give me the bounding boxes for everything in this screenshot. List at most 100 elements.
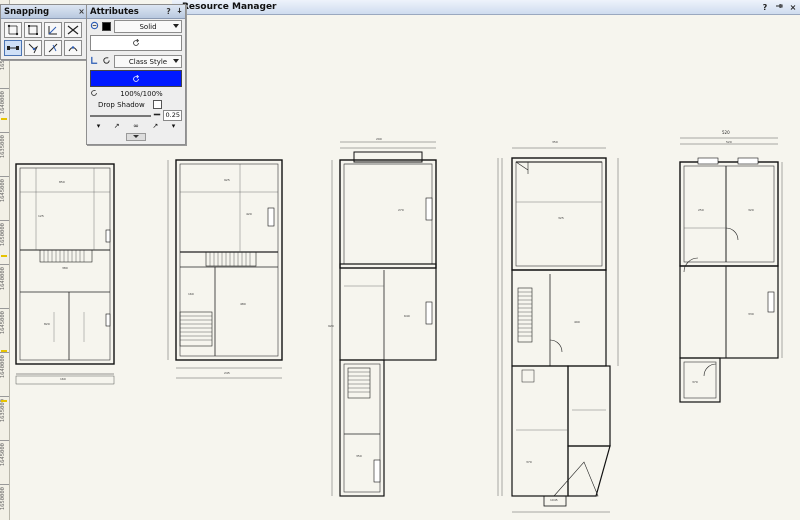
chevron-down-icon [173,59,179,63]
fill-style-value: Solid [139,22,157,31]
help-icon[interactable]: ? [758,3,772,12]
plan-4-label: 370 [526,460,532,464]
snap-to-grid-button[interactable] [4,22,22,38]
snap-to-intersection-icon [67,25,79,35]
ruler-marker [1,118,7,120]
plan-3-label: 920 [328,324,334,328]
help-icon[interactable]: ? [163,7,174,16]
plan-1-label: 125 [38,214,44,218]
resource-manager-title: Resource Manager [182,2,277,12]
ruler-tick [0,88,9,89]
close-icon[interactable]: × [786,3,800,12]
ruler-tick [0,176,9,177]
chevron-down-icon [173,24,179,28]
plan-1-label: 160 [60,377,66,381]
ruler-marker [1,255,7,257]
snapping-palette-header[interactable]: Snapping × [1,5,87,19]
plan-4-label: 1045 [550,498,558,502]
line-thickness-field[interactable]: 0.25 [163,110,182,121]
ruler-marker [1,350,7,352]
vertical-ruler[interactable]: 1650000 1640000 1635000 1645000 1650000 16400… [0,0,10,520]
ruler-label: 1650000 [0,487,6,511]
floor-plan-1[interactable]: 850 125 380 820 160 [14,162,118,392]
smart-points-icon [28,43,39,54]
snap-to-distance-button[interactable] [4,40,22,56]
marker-row: ▾ ↗ ∞ ↗ ▾ [87,121,185,131]
smart-edge-icon [48,43,58,53]
drop-shadow-checkbox[interactable] [153,100,162,109]
plan-2-label: 420 [246,212,252,216]
plan-3-label: 290 [376,137,382,141]
attributes-palette-header[interactable]: Attributes ? [87,5,185,19]
line-thickness-slider[interactable] [90,114,151,117]
fill-preview[interactable] [90,35,182,51]
pen-style-value: Class Style [128,57,168,66]
ruler-marker [1,400,7,402]
collapse-palette-button[interactable] [126,133,146,141]
snap-to-intersection-button[interactable] [64,22,82,38]
plan-5-label: 370 [692,380,698,384]
fill-style-dropdown[interactable]: Solid [114,20,182,33]
smart-points-button[interactable] [24,40,42,56]
pin-icon[interactable] [174,7,185,16]
fill-color-swatch[interactable] [102,22,111,31]
plan-4-label: 350 [552,140,558,144]
attributes-palette-title: Attributes [90,6,139,17]
floor-plan-2[interactable]: 925 420 160 480 245 [160,152,288,392]
ruler-tick [0,132,9,133]
plan-2-label: 925 [224,178,230,182]
pin-icon[interactable] [772,2,786,12]
line-thickness-handle-icon[interactable] [153,111,161,120]
ruler-tick [0,440,9,441]
plan-2-label: 245 [224,371,230,375]
line-thickness-row: 0.25 [87,110,185,121]
fill-row: Solid [87,19,185,34]
floor-plan-5[interactable]: 520 520 250 320 330 370 [668,130,788,412]
snap-to-angle-button[interactable] [44,22,62,38]
snapping-palette[interactable]: Snapping × [0,4,88,60]
start-marker-icon[interactable]: ↗ [114,122,120,130]
fill-bucket-icon [90,21,99,32]
plan-5-top-dimension: 520 [722,130,730,135]
snap-to-object-icon [28,25,38,35]
snap-to-surface-button[interactable] [64,40,82,56]
snap-to-object-button[interactable] [24,22,42,38]
plan-5-label: 330 [748,312,754,316]
attributes-palette[interactable]: Attributes ? Solid Class Style 100%/100%… [86,4,186,145]
line-pattern-icon[interactable]: ∞ [133,122,139,130]
ruler-tick [0,484,9,485]
plan-2-label: 160 [188,292,194,296]
refresh-icon [133,74,139,82]
chevron-down-icon[interactable]: ▾ [172,122,176,130]
drop-shadow-row[interactable]: Drop Shadow [87,99,185,110]
snap-to-grid-icon [7,24,19,36]
snap-to-surface-icon [68,46,78,52]
ruler-label: 1640000 [0,355,6,379]
ruler-label: 1645000 [0,311,6,335]
floor-plan-4[interactable]: 350 325 490 370 1045 [488,140,636,520]
pen-style-dropdown[interactable]: Class Style [114,55,182,68]
plan-1-label: 820 [44,322,50,326]
ruler-tick [0,396,9,397]
plan-3-label: 270 [398,208,404,212]
plan-3-label: 640 [404,314,410,318]
snap-to-distance-icon [7,46,19,50]
snapping-palette-title: Snapping [4,6,50,17]
pen-color-preview[interactable] [90,70,182,87]
plan-1-label: 380 [62,266,68,270]
end-marker-icon[interactable]: ↗ [152,122,158,130]
floor-plan-3[interactable]: 290 270 640 350 920 [328,134,448,504]
ruler-label: 1645000 [0,443,6,467]
opacity-row[interactable]: 100%/100% [87,88,185,99]
opacity-icon [90,89,98,99]
plan-5-label: 250 [698,208,704,212]
ruler-label: 1640000 [0,91,6,115]
ruler-tick [0,264,9,265]
chevron-down-icon[interactable]: ▾ [97,122,101,130]
ruler-tick [0,308,9,309]
opacity-value: 100%/100% [120,89,163,98]
resource-manager-titlebar[interactable]: Resource Manager ? × [172,0,800,15]
pen-row: Class Style [87,54,185,69]
smart-edge-button[interactable] [44,40,62,56]
pen-refresh-icon [102,56,111,67]
